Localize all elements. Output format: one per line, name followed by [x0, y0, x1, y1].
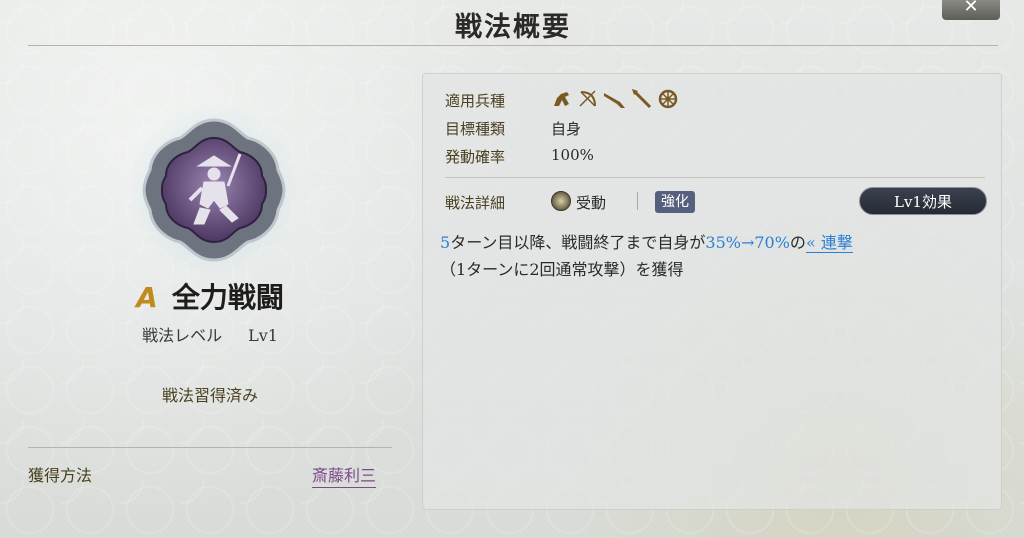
tactic-name: 全力戦闘	[171, 281, 284, 314]
gun-icon	[604, 93, 625, 108]
cavalry-icon	[554, 92, 569, 106]
double-arrow-icon: «	[805, 233, 816, 252]
desc-text-1: ターン目以降、戦闘終了まで自身が	[450, 233, 706, 252]
level-label: 戦法レベル	[142, 326, 223, 345]
enhance-badge: 強化	[655, 191, 695, 213]
tactic-rank: A	[136, 281, 158, 314]
acquisition-source-link[interactable]: 斎藤利三	[312, 462, 377, 488]
spear-icon	[632, 89, 652, 109]
desc-rate-range: 35%→70%	[705, 233, 790, 252]
learned-status: 戦法習得済み	[161, 386, 258, 405]
level-effect-button[interactable]: Lv1効果	[859, 187, 987, 215]
tactic-name-row: A 全力戦闘	[90, 276, 330, 316]
combo-attack-keyword-link[interactable]: « 連撃	[805, 233, 853, 253]
tactic-level-row: 戦法レベル Lv1	[90, 322, 330, 346]
keyword-text: 連撃	[820, 233, 853, 252]
tactic-detail-panel: 適用兵種 目標種類 自身 発動確率 100% 戦法詳細 受動 強化 Lv1効果 …	[422, 73, 1002, 510]
desc-text-2: の	[789, 233, 806, 252]
separator	[637, 192, 638, 210]
passive-type-icon	[551, 191, 571, 211]
target-type-label: 目標種類	[445, 120, 506, 138]
bow-icon	[579, 90, 596, 107]
siege-wheel-icon	[658, 89, 678, 109]
desc-text-3: （1ターンに2回通常攻撃）を獲得	[440, 260, 684, 279]
title-bar: 戦法概要	[28, 0, 998, 46]
tactic-description: 5ターン目以降、戦闘終了まで自身が35%→70%の« 連撃 （1ターンに2回通常…	[440, 229, 990, 283]
target-type-value: 自身	[551, 120, 582, 138]
activation-rate-label: 発動確率	[445, 148, 506, 166]
tactic-emblem-icon	[128, 104, 300, 276]
acquisition-label: 獲得方法	[28, 466, 93, 485]
divider	[28, 447, 392, 448]
unit-type-label: 適用兵種	[445, 92, 506, 110]
unit-type-icons	[551, 88, 679, 110]
page-title: 戦法概要	[455, 12, 571, 43]
tactic-type-label: 受動	[576, 194, 607, 212]
desc-turn: 5	[440, 233, 451, 252]
tactic-detail-label: 戦法詳細	[445, 194, 506, 212]
divider	[445, 177, 985, 178]
level-value: Lv1	[248, 326, 278, 345]
close-button[interactable]: ✕	[942, 0, 1000, 20]
activation-rate-value: 100%	[551, 146, 594, 164]
